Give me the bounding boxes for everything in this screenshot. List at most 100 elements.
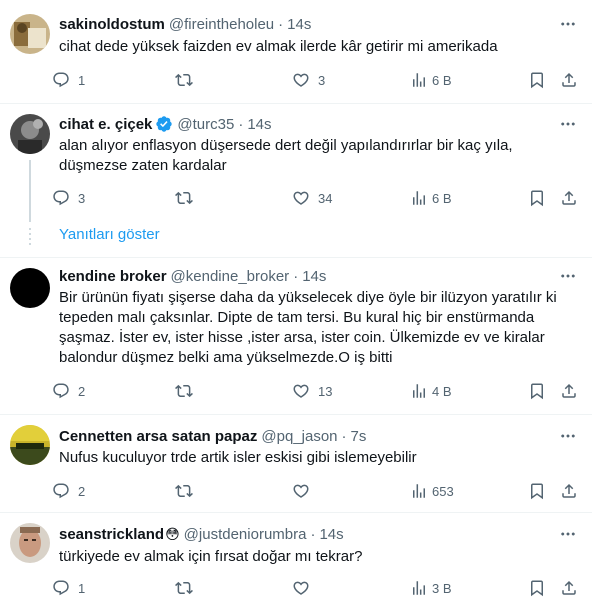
avatar[interactable] bbox=[10, 268, 50, 308]
tweet-text: türkiyede ev almak için fırsat doğar mı … bbox=[59, 547, 574, 567]
share-button[interactable] bbox=[560, 188, 578, 208]
heart-icon bbox=[292, 579, 310, 597]
retweet-button[interactable] bbox=[175, 578, 193, 598]
like-button[interactable] bbox=[292, 481, 310, 501]
reply-button[interactable]: 3 bbox=[52, 188, 85, 208]
reply-icon bbox=[52, 189, 70, 207]
tweet-header: kendine broker @kendine_broker · 14s bbox=[59, 266, 326, 286]
reply-button[interactable]: 2 bbox=[52, 481, 85, 501]
reply-button[interactable]: 1 bbox=[52, 70, 85, 90]
like-button[interactable]: 3 bbox=[292, 70, 325, 90]
avatar-image bbox=[10, 523, 50, 563]
like-button[interactable]: 34 bbox=[292, 188, 332, 208]
timestamp[interactable]: 14s bbox=[302, 268, 326, 285]
views-button[interactable]: 6 B bbox=[410, 188, 452, 208]
reply-button[interactable]: 1 bbox=[52, 578, 85, 598]
timestamp[interactable]: 7s bbox=[351, 428, 367, 445]
tweet[interactable]: kendine broker @kendine_broker · 14s Bir… bbox=[0, 258, 592, 404]
user-handle[interactable]: @turc35 bbox=[177, 116, 234, 133]
show-replies-link[interactable]: Yanıtları göster bbox=[59, 226, 160, 243]
display-name[interactable]: kendine broker bbox=[59, 268, 167, 285]
like-button[interactable]: 13 bbox=[292, 381, 332, 401]
views-button[interactable]: 3 B bbox=[410, 578, 452, 598]
tweet-text-line: balondur düşmez belki ama yükselmezde.O … bbox=[59, 349, 393, 366]
tweet[interactable]: cihat e. çiçek @turc35 · 14s alan alıyor… bbox=[0, 104, 592, 224]
user-handle[interactable]: @fireintheholeu bbox=[169, 16, 274, 33]
separator-dot: · bbox=[238, 115, 244, 133]
separator-dot: · bbox=[310, 525, 316, 543]
timestamp[interactable]: 14s bbox=[247, 116, 271, 133]
share-icon bbox=[560, 482, 578, 500]
retweet-button[interactable] bbox=[175, 381, 193, 401]
views-icon bbox=[410, 189, 428, 207]
tweet-header: sakinoldostum @fireintheholeu · 14s bbox=[59, 14, 311, 34]
bookmark-button[interactable] bbox=[528, 578, 546, 598]
display-name[interactable]: cihat e. çiçek bbox=[59, 116, 152, 133]
reply-button[interactable]: 2 bbox=[52, 381, 85, 401]
more-options-button[interactable] bbox=[558, 266, 578, 286]
more-icon bbox=[559, 525, 577, 543]
share-button[interactable] bbox=[560, 481, 578, 501]
tweet-text: alan alıyor enflasyon düşersede dert değ… bbox=[59, 136, 574, 176]
retweet-icon bbox=[175, 579, 193, 597]
display-name[interactable]: Cennetten arsa satan papaz bbox=[59, 428, 257, 445]
view-count: 6 B bbox=[432, 190, 452, 206]
timestamp[interactable]: 14s bbox=[287, 16, 311, 33]
heart-icon bbox=[292, 189, 310, 207]
tweet[interactable]: sakinoldostum @fireintheholeu · 14s ciha… bbox=[0, 0, 592, 106]
tweet-text-line: Bir ürünün fiyatı şişerse daha da yüksel… bbox=[59, 289, 557, 306]
share-icon bbox=[560, 189, 578, 207]
reply-count: 1 bbox=[78, 72, 86, 88]
more-options-button[interactable] bbox=[558, 114, 578, 134]
more-icon bbox=[559, 115, 577, 133]
user-handle[interactable]: @pq_jason bbox=[261, 428, 337, 445]
separator-dot: · bbox=[278, 15, 284, 33]
views-button[interactable]: 6 B bbox=[410, 70, 452, 90]
avatar[interactable] bbox=[10, 14, 50, 54]
share-button[interactable] bbox=[560, 578, 578, 598]
timestamp[interactable]: 14s bbox=[319, 526, 343, 543]
more-options-button[interactable] bbox=[558, 524, 578, 544]
tweet-header: Cennetten arsa satan papaz @pq_jason · 7… bbox=[59, 426, 366, 446]
views-button[interactable]: 4 B bbox=[410, 381, 452, 401]
like-count: 3 bbox=[318, 72, 326, 88]
reply-icon bbox=[52, 71, 70, 89]
share-button[interactable] bbox=[560, 70, 578, 90]
avatar-image bbox=[10, 14, 50, 54]
views-icon bbox=[410, 579, 428, 597]
retweet-icon bbox=[175, 382, 193, 400]
action-bar: 1 3 B bbox=[52, 578, 582, 598]
reply-icon bbox=[52, 482, 70, 500]
bookmark-button[interactable] bbox=[528, 70, 546, 90]
share-icon bbox=[560, 382, 578, 400]
tweet[interactable]: seanstrickland 😳 @justdeniorumbra · 14s … bbox=[0, 513, 592, 604]
retweet-button[interactable] bbox=[175, 481, 193, 501]
reply-icon bbox=[52, 382, 70, 400]
user-handle[interactable]: @kendine_broker bbox=[171, 268, 290, 285]
like-button[interactable] bbox=[292, 578, 310, 598]
bookmark-button[interactable] bbox=[528, 188, 546, 208]
display-name[interactable]: seanstrickland bbox=[59, 526, 164, 543]
display-name[interactable]: sakinoldostum bbox=[59, 16, 165, 33]
reply-icon bbox=[52, 579, 70, 597]
thread-line bbox=[29, 160, 31, 222]
retweet-button[interactable] bbox=[175, 188, 193, 208]
avatar[interactable] bbox=[10, 425, 50, 465]
retweet-button[interactable] bbox=[175, 70, 193, 90]
bookmark-button[interactable] bbox=[528, 381, 546, 401]
tweet-text: Bir ürünün fiyatı şişerse daha da yüksel… bbox=[59, 288, 574, 368]
views-icon bbox=[410, 482, 428, 500]
user-handle[interactable]: @justdeniorumbra bbox=[184, 526, 307, 543]
avatar[interactable] bbox=[10, 114, 50, 154]
action-bar: 1 3 6 B bbox=[52, 70, 582, 90]
tweet-text-line: düşmezse zaten kardalar bbox=[59, 157, 227, 174]
more-options-button[interactable] bbox=[558, 426, 578, 446]
tweet-text-line: Nufus kuculuyor trde artik isler eskisi … bbox=[59, 449, 417, 466]
tweet-text-line: alan alıyor enflasyon düşersede dert değ… bbox=[59, 137, 513, 154]
more-options-button[interactable] bbox=[558, 14, 578, 34]
tweet[interactable]: Cennetten arsa satan papaz @pq_jason · 7… bbox=[0, 415, 592, 515]
views-button[interactable]: 653 bbox=[410, 481, 454, 501]
share-button[interactable] bbox=[560, 381, 578, 401]
bookmark-button[interactable] bbox=[528, 481, 546, 501]
avatar[interactable] bbox=[10, 523, 50, 563]
